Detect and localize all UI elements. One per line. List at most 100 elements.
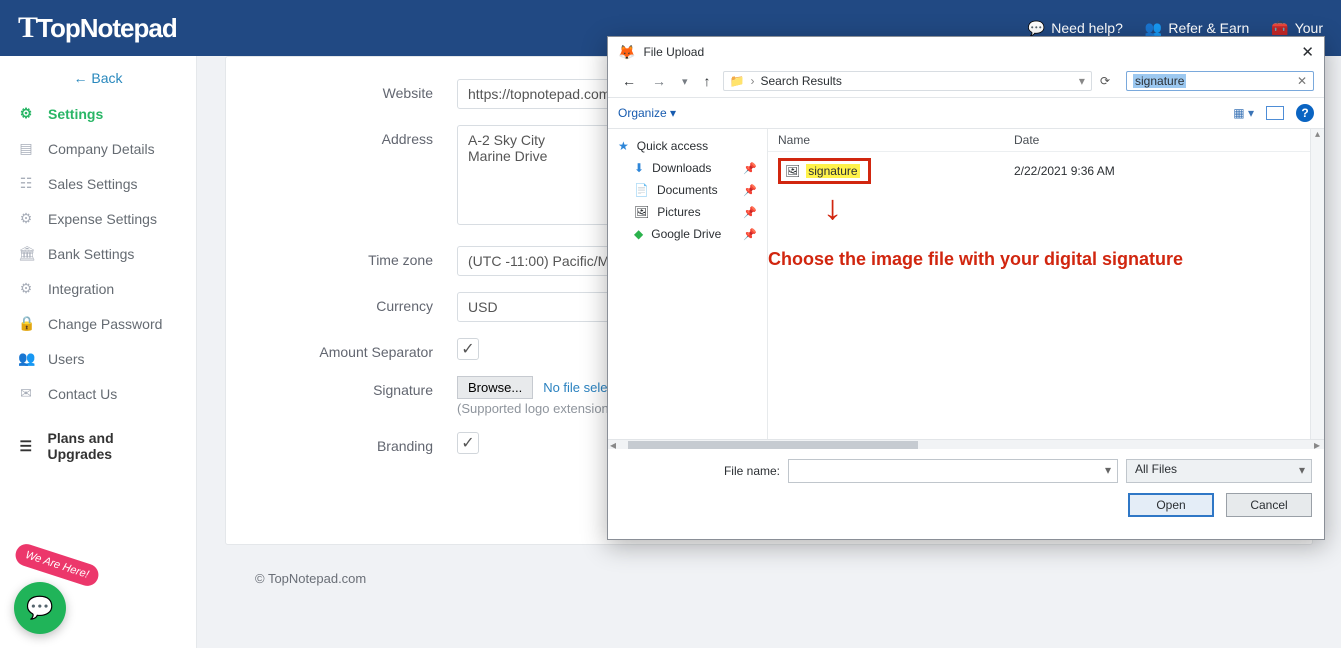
filename-input[interactable] xyxy=(788,459,1118,483)
preview-pane-button[interactable] xyxy=(1266,106,1284,120)
sidebar-item-label: Users xyxy=(48,351,85,367)
gear-icon: ⚙ xyxy=(18,105,34,122)
branding-label: Branding xyxy=(252,432,457,454)
filetype-label: All Files xyxy=(1135,462,1177,476)
tree-label: Google Drive xyxy=(651,227,721,241)
sidebar-item-label: Integration xyxy=(48,281,114,297)
lock-icon: 🔒 xyxy=(18,315,34,332)
need-help-link[interactable]: 💬 Need help? xyxy=(1028,20,1123,37)
nav-recent-button[interactable]: ▾ xyxy=(678,75,692,88)
logo: TTopNotepad xyxy=(18,11,177,45)
tree-downloads[interactable]: ⬇Downloads📌 xyxy=(616,157,759,179)
dialog-footer: File name: All Files Open Cancel xyxy=(608,449,1324,527)
need-help-label: Need help? xyxy=(1051,20,1123,36)
tree-google-drive[interactable]: ◆Google Drive📌 xyxy=(616,223,759,245)
nav-back-button[interactable]: ← xyxy=(618,73,640,89)
chat-widget[interactable]: We Are Here! 💬 xyxy=(14,554,100,634)
pin-icon: 📌 xyxy=(743,184,757,197)
sidebar-item-users[interactable]: 👥 Users xyxy=(0,341,196,376)
firefox-icon: 🦊 xyxy=(618,44,635,61)
search-input[interactable]: signature ✕ xyxy=(1126,71,1314,91)
nav-up-button[interactable]: ↑ xyxy=(700,73,715,89)
vertical-scrollbar[interactable]: ▴ xyxy=(1310,129,1324,439)
close-button[interactable]: ✕ xyxy=(1301,43,1314,61)
logo-text: TopNotepad xyxy=(37,13,177,43)
star-icon: ★ xyxy=(618,139,629,153)
view-icons-button[interactable]: ▦ ▾ xyxy=(1233,106,1254,120)
sidebar-item-label: Company Details xyxy=(48,141,155,157)
folder-icon: 📁 xyxy=(730,74,745,88)
bank-icon: 🏛 xyxy=(18,245,34,262)
column-name[interactable]: Name xyxy=(778,133,1014,147)
currency-label: Currency xyxy=(252,292,457,314)
scroll-thumb[interactable] xyxy=(628,441,918,449)
annotation-arrow-icon: ↓ xyxy=(822,189,842,228)
sidebar-item-plans[interactable]: ☰ Plans and Upgrades xyxy=(0,421,196,471)
tree-label: Downloads xyxy=(652,161,711,175)
help-button[interactable]: ? xyxy=(1296,104,1314,122)
refer-label: Refer & Earn xyxy=(1168,20,1249,36)
nav-forward-button[interactable]: → xyxy=(648,73,670,89)
card-icon: ✉ xyxy=(18,385,34,402)
filetype-select[interactable]: All Files xyxy=(1126,459,1312,483)
cancel-button[interactable]: Cancel xyxy=(1226,493,1312,517)
layers-icon: ☷ xyxy=(18,175,34,192)
back-link[interactable]: ← Back xyxy=(0,56,196,96)
file-upload-dialog: 🦊 File Upload ✕ ← → ▾ ↑ 📁 › Search Resul… xyxy=(607,36,1325,540)
sidebar-item-integration[interactable]: ⚙ Integration xyxy=(0,271,196,306)
refresh-button[interactable]: ⟳ xyxy=(1100,74,1110,88)
open-button[interactable]: Open xyxy=(1128,493,1214,517)
column-date[interactable]: Date xyxy=(1014,133,1314,147)
clear-search-button[interactable]: ✕ xyxy=(1297,74,1307,88)
filename-label: File name: xyxy=(620,464,780,478)
file-highlight-box: 🖼 signature xyxy=(778,158,871,184)
path-bar[interactable]: 📁 › Search Results ▾ xyxy=(723,71,1092,91)
amount-separator-checkbox[interactable]: ✓ xyxy=(457,338,479,360)
file-date: 2/22/2021 9:36 AM xyxy=(1014,164,1314,178)
dialog-nav: ← → ▾ ↑ 📁 › Search Results ▾ ⟳ signature… xyxy=(608,67,1324,98)
sidebar-item-sales-settings[interactable]: ☷ Sales Settings xyxy=(0,166,196,201)
address-label: Address xyxy=(252,125,457,147)
tree-quick-access[interactable]: ★ Quick access xyxy=(616,135,759,157)
sidebar-item-bank-settings[interactable]: 🏛 Bank Settings xyxy=(0,236,196,271)
chat-bubble-icon[interactable]: 💬 xyxy=(14,582,66,634)
sidebar-item-contact-us[interactable]: ✉ Contact Us xyxy=(0,376,196,411)
file-row[interactable]: 🖼 signature 2/22/2021 9:36 AM xyxy=(768,152,1324,190)
path-segment[interactable]: Search Results xyxy=(760,74,841,88)
tree-documents[interactable]: 📄Documents📌 xyxy=(616,179,759,201)
tree-pictures[interactable]: 🖼Pictures📌 xyxy=(616,201,759,223)
sidebar-item-settings[interactable]: ⚙ Settings xyxy=(0,96,196,131)
signature-label: Signature xyxy=(252,376,457,398)
pin-icon: 📌 xyxy=(743,206,757,219)
browse-button[interactable]: Browse... xyxy=(457,376,533,399)
sidebar-item-change-password[interactable]: 🔒 Change Password xyxy=(0,306,196,341)
list-icon: ☰ xyxy=(18,438,34,455)
account-menu[interactable]: 🧰 Your xyxy=(1271,20,1323,37)
annotation-text: Choose the image file with your digital … xyxy=(768,247,1183,272)
search-term: signature xyxy=(1133,74,1186,88)
gear-icon: ⚙ xyxy=(18,210,34,227)
sidebar-item-label: Settings xyxy=(48,106,103,122)
image-file-icon: 🖼 xyxy=(785,164,800,178)
amount-separator-label: Amount Separator xyxy=(252,338,457,360)
folder-tree: ★ Quick access ⬇Downloads📌 📄Documents📌 🖼P… xyxy=(608,129,768,439)
sidebar-item-label: Contact Us xyxy=(48,386,117,402)
column-headers[interactable]: Name Date xyxy=(768,129,1324,152)
sidebar-item-label: Expense Settings xyxy=(48,211,157,227)
sidebar-item-label: Sales Settings xyxy=(48,176,138,192)
sidebar-item-label: Bank Settings xyxy=(48,246,134,262)
timezone-label: Time zone xyxy=(252,246,457,268)
horizontal-scrollbar[interactable]: ◂ ▸ xyxy=(608,439,1324,449)
branding-checkbox[interactable]: ✓ xyxy=(457,432,479,454)
website-label: Website xyxy=(252,79,457,101)
users-icon: 👥 xyxy=(18,350,34,367)
back-label: Back xyxy=(91,70,122,86)
organize-menu[interactable]: Organize ▾ xyxy=(618,106,676,120)
document-icon: ▤ xyxy=(18,140,34,157)
sidebar-item-company-details[interactable]: ▤ Company Details xyxy=(0,131,196,166)
sidebar-item-label: Plans and Upgrades xyxy=(48,430,178,462)
tree-label: Quick access xyxy=(637,139,708,153)
sidebar-item-expense-settings[interactable]: ⚙ Expense Settings xyxy=(0,201,196,236)
account-label: Your xyxy=(1295,20,1323,36)
refer-earn-link[interactable]: 👥 Refer & Earn xyxy=(1145,20,1249,37)
